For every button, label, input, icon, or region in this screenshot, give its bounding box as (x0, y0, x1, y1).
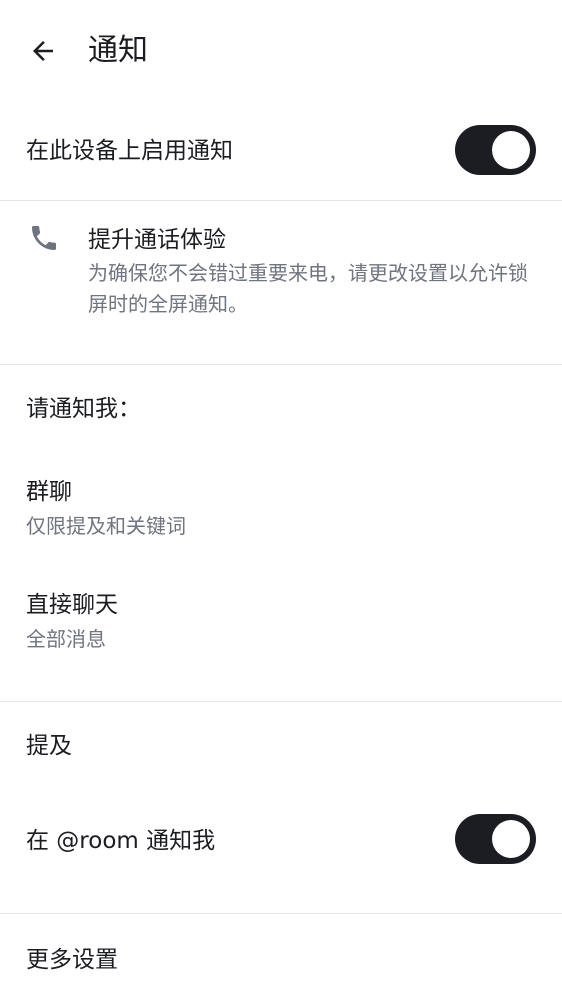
group-chats-label: 群聊 (26, 479, 72, 505)
room-mention-row[interactable]: 在 @room 通知我 (0, 790, 562, 890)
back-button[interactable] (26, 34, 60, 68)
app-bar: 通知 (0, 0, 562, 100)
call-experience-description: 为确保您不会错过重要来电，请更改设置以允许锁屏时的全屏通知。 (88, 261, 528, 316)
direct-chats-label: 直接聊天 (26, 592, 118, 618)
group-chats-row[interactable]: 群聊 仅限提及和关键词 (0, 460, 562, 560)
notify-me-section: 请通知我： (0, 365, 562, 455)
enable-notifications-row[interactable]: 在此设备上启用通知 (0, 100, 562, 200)
direct-chats-value: 全部消息 (26, 627, 106, 651)
notify-me-heading: 请通知我： (26, 396, 141, 422)
mentions-heading: 提及 (26, 733, 72, 759)
toggle-knob (492, 131, 530, 169)
more-settings-label: 更多设置 (26, 947, 118, 973)
room-mention-toggle[interactable] (455, 814, 536, 864)
toggle-knob (492, 820, 530, 858)
page-title: 通知 (88, 33, 148, 68)
more-settings-row[interactable]: 更多设置 (0, 914, 562, 1000)
room-mention-label: 在 @room 通知我 (26, 828, 216, 854)
direct-chats-row[interactable]: 直接聊天 全部消息 (0, 572, 562, 672)
mentions-section: 提及 (0, 702, 562, 792)
enable-notifications-toggle[interactable] (455, 125, 536, 175)
group-chats-value: 仅限提及和关键词 (26, 514, 186, 538)
enable-notifications-label: 在此设备上启用通知 (26, 138, 233, 164)
call-experience-title: 提升通话体验 (88, 227, 226, 253)
phone-icon (32, 226, 56, 250)
arrow-left-icon (33, 41, 53, 61)
